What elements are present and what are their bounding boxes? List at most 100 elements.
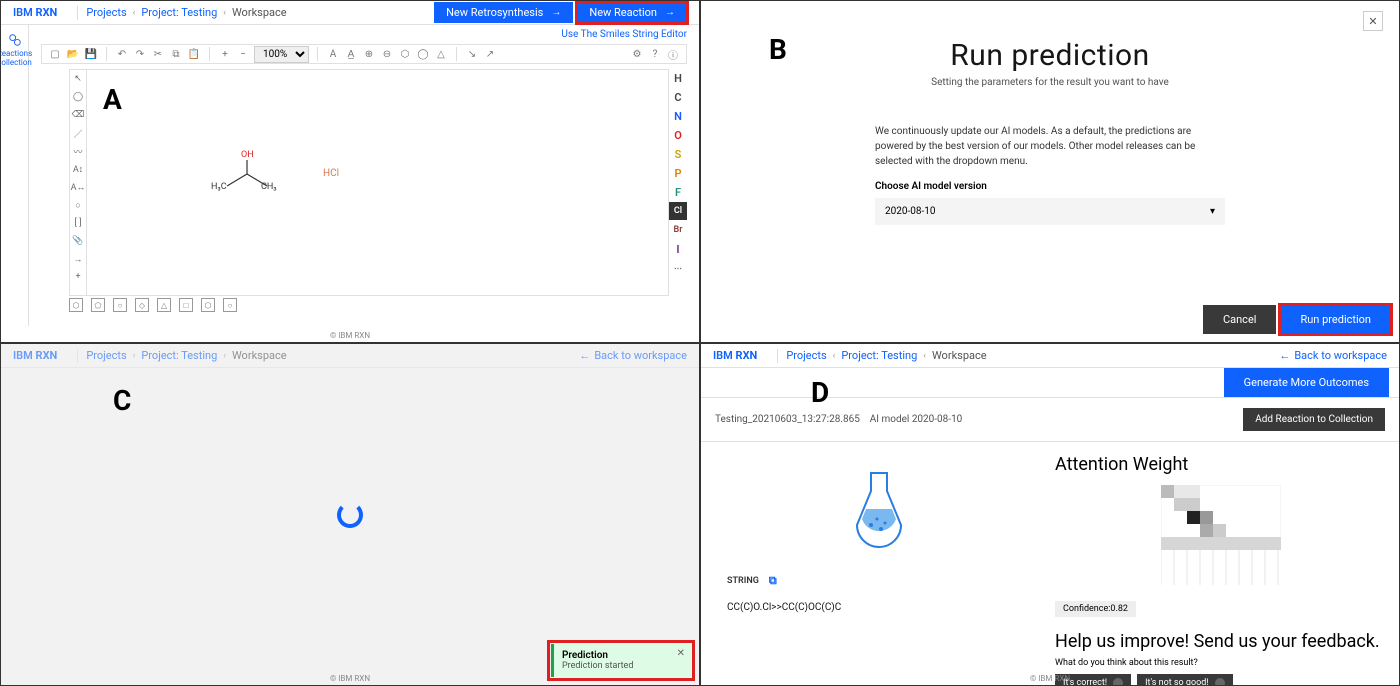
tool-icon[interactable]: A̲ — [344, 47, 358, 61]
element-br[interactable]: Br — [669, 221, 687, 239]
brand-logo[interactable]: IBM RXN — [713, 349, 757, 362]
breadcrumb: Projects ‹ Project: Testing ‹ Workspace — [86, 6, 286, 19]
footer: © IBM RXN — [1, 331, 699, 340]
element-h[interactable]: H — [669, 69, 687, 87]
new-icon[interactable]: ▢ — [48, 47, 62, 61]
select-tool[interactable]: ↖ — [70, 70, 86, 88]
copy-icon[interactable]: ⧉ — [169, 47, 183, 61]
chain-tool[interactable]: 〰 — [70, 142, 86, 160]
arrow-tool[interactable]: → — [70, 250, 86, 268]
model-select[interactable]: 2020-08-10 ▾ — [875, 198, 1225, 225]
footer: © IBM RXN — [1, 674, 699, 683]
breadcrumb-project[interactable]: Project: Testing — [141, 349, 217, 362]
attach-tool[interactable]: 📎 — [70, 232, 86, 250]
element-cl[interactable]: Cl — [669, 202, 687, 220]
panel-label-b: B — [769, 33, 787, 66]
model-select-label: Choose AI model version — [875, 181, 1225, 192]
text-tool[interactable]: A↕ — [70, 160, 86, 178]
paste-icon[interactable]: 📋 — [187, 47, 201, 61]
element-i[interactable]: I — [669, 240, 687, 258]
tool-icon[interactable]: ◯ — [416, 47, 430, 61]
dialog-title: Run prediction — [781, 38, 1319, 73]
breadcrumb-projects[interactable]: Projects — [86, 6, 126, 19]
bond-tool[interactable]: ／ — [70, 124, 86, 142]
result-body: STRING ⧉ CC(C)O.Cl>>CC(C)OC(C)C Attentio… — [701, 442, 1399, 686]
settings-icon[interactable]: ⚙ — [630, 47, 644, 61]
info-icon[interactable]: ⓘ — [666, 47, 680, 61]
element-o[interactable]: O — [669, 126, 687, 144]
panel-label-d: D — [811, 376, 829, 409]
tool-icon[interactable]: ↘ — [465, 47, 479, 61]
copy-icon[interactable]: ⧉ — [769, 574, 777, 588]
zoom-select[interactable]: 100% — [254, 46, 309, 63]
element-palette: H C N O S P F Cl Br I ⋯ — [669, 69, 687, 277]
tool-icon[interactable]: A — [326, 47, 340, 61]
dialog-description: We continuously update our AI models. As… — [875, 124, 1225, 169]
redo-icon[interactable]: ↷ — [133, 47, 147, 61]
bracket-tool[interactable]: [ ] — [70, 214, 86, 232]
smiles-editor-link[interactable]: Use The Smiles String Editor — [29, 25, 699, 44]
element-more[interactable]: ⋯ — [669, 259, 687, 277]
ring-sq[interactable]: □ — [179, 298, 193, 312]
breadcrumb-workspace: Workspace — [232, 6, 287, 19]
label-h3c: H₃C — [211, 182, 227, 192]
element-s[interactable]: S — [669, 145, 687, 163]
help-icon[interactable]: ? — [648, 47, 662, 61]
top-bar: IBM RXN Projects ‹ Project: Testing ‹ Wo… — [701, 344, 1399, 368]
attention-title: Attention Weight — [1055, 454, 1387, 475]
string-label: STRING — [727, 576, 759, 586]
footer: © IBM RXN — [701, 674, 1399, 683]
ring-3[interactable]: △ — [157, 298, 171, 312]
breadcrumb-project[interactable]: Project: Testing — [141, 6, 217, 19]
zoom-out-icon[interactable]: − — [236, 47, 250, 61]
result-model: AI model 2020-08-10 — [870, 414, 963, 425]
breadcrumb-workspace: Workspace — [232, 349, 287, 362]
generate-more-button[interactable]: Generate More Outcomes — [1224, 368, 1389, 397]
plus-tool[interactable]: + — [70, 268, 86, 286]
toast-close-icon[interactable]: ✕ — [677, 648, 685, 659]
add-to-collection-button[interactable]: Add Reaction to Collection — [1243, 408, 1385, 431]
breadcrumb-projects[interactable]: Projects — [786, 349, 826, 362]
brand-logo[interactable]: IBM RXN — [13, 349, 57, 362]
tool-icon[interactable]: ↗ — [483, 47, 497, 61]
ring-7[interactable]: ○ — [223, 298, 237, 312]
back-to-workspace-link[interactable]: ← Back to workspace — [579, 349, 687, 362]
ring-tool[interactable]: ○ — [70, 196, 86, 214]
close-button[interactable]: ✕ — [1363, 11, 1383, 31]
cancel-button[interactable]: Cancel — [1203, 305, 1276, 334]
back-to-workspace-link[interactable]: ← Back to workspace — [1279, 349, 1387, 362]
drawing-canvas[interactable]: OH H₃C CH₃ HCl — [87, 69, 669, 296]
lasso-tool[interactable]: ◯ — [70, 88, 86, 106]
breadcrumb-projects[interactable]: Projects — [86, 349, 126, 362]
tool-icon[interactable]: ⊖ — [380, 47, 394, 61]
tool-icon[interactable]: ⊕ — [362, 47, 376, 61]
editor-area: Use The Smiles String Editor ▢ 📂 💾 ↶ ↷ ✂… — [29, 25, 699, 326]
brand-logo[interactable]: IBM RXN — [13, 6, 57, 19]
cut-icon[interactable]: ✂ — [151, 47, 165, 61]
new-reaction-button[interactable]: New Reaction→ — [577, 2, 687, 23]
open-icon[interactable]: 📂 — [66, 47, 80, 61]
tool-icon[interactable]: △ — [434, 47, 448, 61]
text-tool-2[interactable]: A↔ — [70, 178, 86, 196]
feedback-question: What do you think about this result? — [1055, 658, 1387, 668]
element-c[interactable]: C — [669, 88, 687, 106]
element-n[interactable]: N — [669, 107, 687, 125]
save-icon[interactable]: 💾 — [84, 47, 98, 61]
element-f[interactable]: F — [669, 183, 687, 201]
ring-cyclohexane[interactable]: ○ — [113, 298, 127, 312]
ring-6[interactable]: ⬡ — [201, 298, 215, 312]
top-bar: IBM RXN Projects ‹ Project: Testing ‹ Wo… — [1, 344, 699, 368]
label-ch3: CH₃ — [261, 182, 277, 192]
breadcrumb-project[interactable]: Project: Testing — [841, 349, 917, 362]
dialog-subtitle: Setting the parameters for the result yo… — [781, 77, 1319, 88]
zoom-in-icon[interactable]: + — [218, 47, 232, 61]
ring-4[interactable]: ◇ — [135, 298, 149, 312]
tool-icon[interactable]: ⬡ — [398, 47, 412, 61]
run-prediction-button[interactable]: Run prediction — [1280, 305, 1391, 334]
ring-benzene[interactable]: ⬡ — [69, 298, 83, 312]
undo-icon[interactable]: ↶ — [115, 47, 129, 61]
new-retrosynthesis-button[interactable]: New Retrosynthesis→ — [434, 2, 573, 23]
erase-tool[interactable]: ⌫ — [70, 106, 86, 124]
element-p[interactable]: P — [669, 164, 687, 182]
ring-cyclopentane[interactable]: ⬠ — [91, 298, 105, 312]
